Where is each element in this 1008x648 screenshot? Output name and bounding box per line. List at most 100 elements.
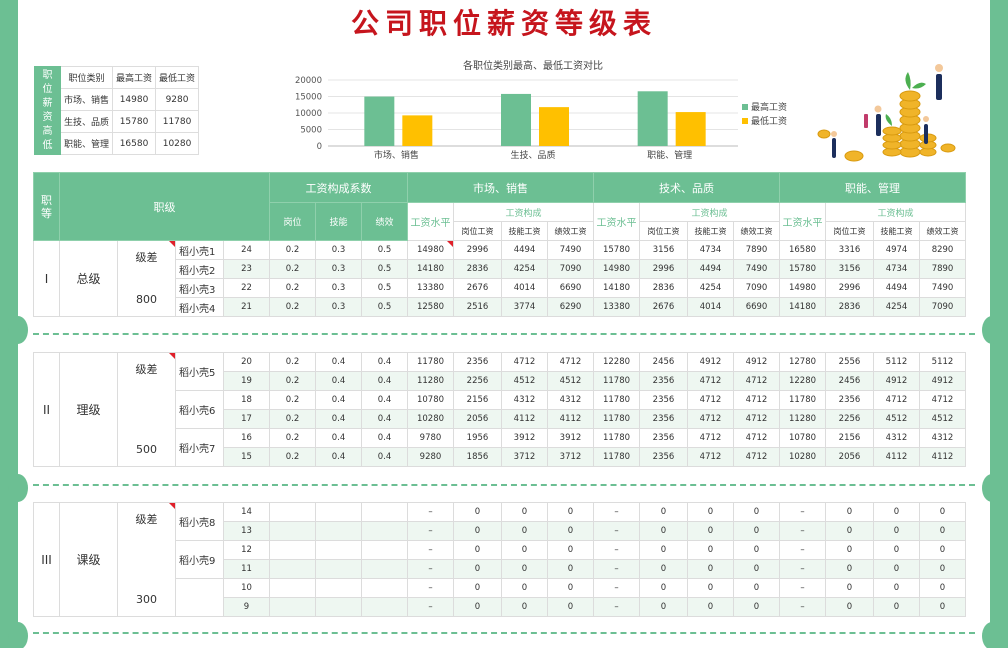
salary-cell[interactable]: 4112: [919, 447, 966, 467]
wage-level-cell[interactable]: –: [779, 597, 826, 617]
summary-cell[interactable]: 11780: [155, 110, 200, 133]
salary-cell[interactable]: [269, 521, 316, 541]
salary-cell[interactable]: 0: [501, 502, 548, 522]
salary-cell[interactable]: 0.2: [269, 259, 316, 279]
employee-name[interactable]: 稻小壳7: [175, 428, 224, 467]
wage-level-cell[interactable]: –: [593, 521, 640, 541]
employee-name[interactable]: 稻小壳4: [175, 297, 224, 317]
grade-cell[interactable]: 12: [223, 540, 270, 560]
salary-cell[interactable]: 4912: [687, 352, 734, 372]
salary-cell[interactable]: 0.2: [269, 278, 316, 298]
wage-level-cell[interactable]: 12580: [407, 297, 455, 317]
summary-cell[interactable]: 15780: [112, 110, 157, 133]
salary-cell[interactable]: 7090: [733, 278, 781, 298]
wage-level-cell[interactable]: 11780: [593, 371, 640, 391]
salary-cell[interactable]: 3712: [547, 447, 594, 467]
salary-cell[interactable]: [315, 559, 362, 579]
salary-cell[interactable]: 2156: [453, 390, 502, 410]
grade-cell[interactable]: 24: [223, 240, 270, 260]
salary-cell[interactable]: 0: [919, 502, 966, 522]
salary-cell[interactable]: 0: [919, 597, 966, 617]
wage-level-cell[interactable]: –: [407, 597, 454, 617]
salary-cell[interactable]: 4712: [687, 428, 734, 448]
salary-cell[interactable]: [269, 597, 316, 617]
salary-cell[interactable]: 7490: [919, 278, 967, 298]
salary-cell[interactable]: 4112: [501, 409, 548, 429]
summary-cell[interactable]: 16580: [112, 132, 157, 155]
summary-cell[interactable]: 10280: [155, 132, 200, 155]
employee-name[interactable]: 稻小壳3: [175, 278, 224, 298]
wage-level-cell[interactable]: 12780: [779, 352, 826, 372]
salary-cell[interactable]: 0.4: [315, 428, 362, 448]
salary-cell[interactable]: 0.4: [315, 352, 362, 372]
wage-level-cell[interactable]: 12280: [779, 371, 826, 391]
wage-level-cell[interactable]: –: [407, 578, 454, 598]
salary-cell[interactable]: 0: [733, 540, 780, 560]
salary-cell[interactable]: 4712: [687, 371, 734, 391]
wage-level-cell[interactable]: 11780: [593, 447, 640, 467]
salary-cell[interactable]: 4712: [687, 409, 734, 429]
salary-cell[interactable]: 0.2: [269, 428, 316, 448]
salary-cell[interactable]: 2836: [453, 259, 503, 279]
salary-cell[interactable]: 7490: [547, 240, 595, 260]
salary-cell[interactable]: 0: [547, 597, 594, 617]
salary-cell[interactable]: 2356: [453, 352, 502, 372]
salary-cell[interactable]: 2996: [453, 240, 503, 260]
salary-cell[interactable]: 0: [825, 521, 874, 541]
grade-cell[interactable]: 20: [223, 352, 270, 372]
salary-cell[interactable]: [269, 502, 316, 522]
salary-cell[interactable]: 0: [919, 578, 966, 598]
salary-cell[interactable]: 0.2: [269, 297, 316, 317]
wage-level-cell[interactable]: –: [593, 502, 640, 522]
salary-cell[interactable]: 2456: [639, 352, 688, 372]
grade-cell[interactable]: 16: [223, 428, 270, 448]
salary-cell[interactable]: 0: [639, 559, 688, 579]
salary-cell[interactable]: 0: [825, 540, 874, 560]
salary-cell[interactable]: 0: [453, 559, 502, 579]
salary-cell[interactable]: 4712: [733, 371, 780, 391]
salary-cell[interactable]: 0: [733, 578, 780, 598]
wage-level-cell[interactable]: –: [593, 540, 640, 560]
salary-cell[interactable]: 0: [501, 559, 548, 579]
wage-level-cell[interactable]: 9280: [407, 447, 454, 467]
salary-cell[interactable]: 3316: [825, 240, 875, 260]
salary-cell[interactable]: 0: [687, 521, 734, 541]
wage-level-cell[interactable]: –: [593, 559, 640, 579]
salary-cell[interactable]: 0: [733, 559, 780, 579]
salary-cell[interactable]: 0: [501, 597, 548, 617]
salary-cell[interactable]: 0: [639, 540, 688, 560]
salary-cell[interactable]: 2556: [825, 352, 874, 372]
salary-cell[interactable]: 3156: [825, 259, 875, 279]
salary-cell[interactable]: 8290: [919, 240, 967, 260]
salary-cell[interactable]: 0.4: [361, 371, 408, 391]
wage-level-cell[interactable]: 11780: [593, 409, 640, 429]
salary-cell[interactable]: 2356: [639, 371, 688, 391]
salary-cell[interactable]: 0.4: [361, 447, 408, 467]
salary-cell[interactable]: 0: [453, 578, 502, 598]
grade-cell[interactable]: 13: [223, 521, 270, 541]
salary-cell[interactable]: 7090: [919, 297, 967, 317]
salary-cell[interactable]: 4112: [547, 409, 594, 429]
grade-cell[interactable]: 23: [223, 259, 270, 279]
salary-cell[interactable]: [315, 597, 362, 617]
grade-cell[interactable]: 21: [223, 297, 270, 317]
salary-cell[interactable]: 4512: [547, 371, 594, 391]
salary-cell[interactable]: 0: [873, 559, 920, 579]
summary-cell[interactable]: 职能、管理: [59, 132, 114, 155]
salary-cell[interactable]: 0.3: [315, 278, 362, 298]
wage-level-cell[interactable]: 11780: [407, 352, 454, 372]
salary-cell[interactable]: 2256: [825, 409, 874, 429]
salary-cell[interactable]: [315, 540, 362, 560]
salary-cell[interactable]: 4512: [919, 409, 966, 429]
wage-level-cell[interactable]: 10780: [407, 390, 454, 410]
grade-cell[interactable]: 17: [223, 409, 270, 429]
salary-cell[interactable]: 3156: [639, 240, 689, 260]
wage-level-cell[interactable]: –: [779, 521, 826, 541]
salary-cell[interactable]: 4712: [873, 390, 920, 410]
salary-cell[interactable]: 4254: [687, 278, 735, 298]
salary-cell[interactable]: 0.2: [269, 352, 316, 372]
salary-cell[interactable]: 0: [687, 559, 734, 579]
salary-cell[interactable]: 2356: [639, 409, 688, 429]
salary-cell[interactable]: 0.2: [269, 390, 316, 410]
salary-cell[interactable]: 6690: [547, 278, 595, 298]
